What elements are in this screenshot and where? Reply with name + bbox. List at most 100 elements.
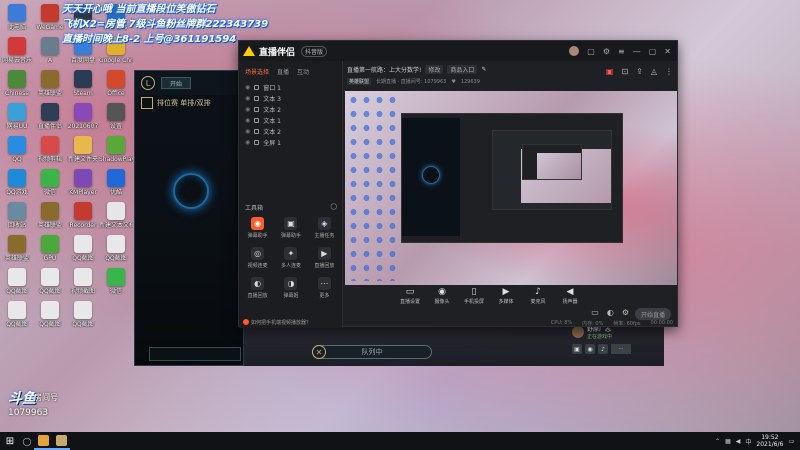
queue-status-button[interactable]: 队列中 [312, 345, 432, 359]
layer-item[interactable]: ◉ 全屏 1 [245, 137, 336, 148]
lock-icon[interactable]: ⊡ [621, 67, 628, 76]
desktop-icon[interactable]: WeGame [35, 4, 65, 40]
more-icon[interactable]: ⋮ [665, 67, 673, 76]
taskbar-app-stream[interactable] [34, 432, 52, 450]
start-button[interactable]: ⊞ [0, 432, 20, 450]
eye-icon[interactable]: ◉ [245, 95, 250, 102]
desktop-icon[interactable]: QQ截图 [68, 235, 98, 271]
share-icon[interactable]: ⇪ [636, 67, 643, 76]
toolbox-item[interactable]: ▶ 直播回放 [308, 247, 341, 269]
toolbox-item[interactable]: ◎ 视频连麦 [241, 247, 274, 269]
desktop-icon[interactable]: Office [101, 70, 131, 106]
desktop-icon[interactable]: QQ截图 [35, 301, 65, 337]
contacts-icon[interactable]: ◉ [585, 344, 595, 354]
desktop-icon[interactable]: 20210607 [68, 103, 98, 139]
chat-icon[interactable]: ▣ [572, 344, 582, 354]
tab-interact[interactable]: 互动 [297, 67, 309, 76]
live-tool[interactable]: ◀ 扬声器 [559, 287, 581, 305]
desktop-icon[interactable]: 英雄联盟 [2, 235, 32, 271]
desktop-icon[interactable]: 直播伴侣 [35, 103, 65, 139]
record-icon[interactable]: ▭ [591, 308, 599, 317]
desktop-icon[interactable]: Steam [68, 70, 98, 106]
stream-preview[interactable] [345, 91, 677, 285]
live-tool[interactable]: ▶ 多媒体 [495, 287, 517, 305]
clock[interactable]: 19:52 2021/6/6 [756, 434, 783, 448]
stream-app-window[interactable]: 直播伴侣 抖音版 ▢ ⚙ ≡ — ▢ ✕ 场景选择 直播 互动 ◉ 窗口 1 ◉ 文… [238, 40, 678, 328]
live-tool[interactable]: ▭ 直播设置 [399, 287, 421, 305]
toolbox-item[interactable]: ◐ 直播回放 [241, 277, 274, 299]
search-icon[interactable]: ◯ [20, 432, 34, 450]
notification-icon[interactable]: ▭ [788, 438, 794, 445]
league-play-button[interactable]: 开始 [161, 77, 191, 89]
desktop-icon[interactable]: ShadowPlay [99, 136, 133, 172]
mic-icon[interactable]: ♪ [598, 344, 608, 354]
settings-icon[interactable]: ⚙ [603, 47, 610, 56]
toolbox-item[interactable]: ⋯ 更多 [308, 277, 341, 299]
desktop-icon[interactable]: GPU [35, 235, 65, 271]
desktop-icon[interactable]: 设置 [101, 103, 131, 139]
edit-title-button[interactable]: 修改 [425, 65, 444, 74]
notification-icon[interactable]: ◬ [651, 67, 657, 76]
desktop-icon[interactable]: 微信 [101, 268, 131, 304]
settings-icon[interactable]: ⚙ [622, 308, 629, 317]
close-icon[interactable]: ✕ [664, 47, 671, 56]
category-badge[interactable]: 英雄联盟 [347, 78, 372, 85]
camera-switch-icon[interactable]: ◐ [607, 308, 614, 317]
user-avatar[interactable] [569, 46, 580, 56]
toolbox-item[interactable]: ▣ 弹幕助手 [274, 217, 307, 239]
desktop-icon[interactable]: Chinese [2, 70, 32, 106]
desktop-icon[interactable]: 网易云音乐 [2, 37, 32, 73]
desktop-icon[interactable]: A [35, 37, 65, 73]
live-tool[interactable]: ▯ 手机投屏 [463, 287, 485, 305]
league-client-window[interactable]: L 开始 排位赛 单排/双排 [134, 70, 244, 366]
desktop-icon[interactable]: 英雄联盟 [35, 202, 65, 238]
eye-icon[interactable]: ◉ [245, 106, 250, 113]
maximize-icon[interactable]: ▢ [649, 47, 657, 56]
desktop-icon[interactable]: QQ截图 [2, 301, 32, 337]
input-method[interactable]: 中 [745, 437, 751, 446]
desktop-icon[interactable]: 网易UU [2, 103, 32, 139]
taskbar-app-league[interactable] [52, 432, 70, 450]
minimize-icon[interactable]: — [633, 47, 641, 56]
layer-item[interactable]: ◉ 窗口 1 [245, 82, 336, 93]
tab-scene[interactable]: 场景选择 [245, 67, 269, 76]
desktop-icon[interactable]: QQ游戏 [2, 169, 32, 205]
message-icon[interactable]: ▢ [587, 47, 595, 56]
desktop-icon[interactable]: QQ截图 [2, 268, 32, 304]
toolbox-item[interactable]: ✦ 多人连麦 [274, 247, 307, 269]
chat-send-button[interactable]: ··· [611, 344, 631, 354]
eye-icon[interactable]: ◉ [245, 84, 250, 91]
desktop-icon[interactable]: 视频截图 [68, 268, 98, 304]
desktop-icon[interactable]: KMPlayer [68, 169, 98, 205]
desktop-icon[interactable]: QQ截图 [68, 301, 98, 337]
product-entry-button[interactable]: 商品入口 [447, 65, 478, 74]
eye-icon[interactable]: ◉ [245, 128, 250, 135]
desktop-icon[interactable]: QQ截图 [101, 235, 131, 271]
desktop-icon[interactable]: 英雄联盟 [35, 70, 65, 106]
desktop-icon[interactable]: 回收站 [2, 202, 32, 238]
desktop-icon[interactable]: Recorder [68, 202, 98, 238]
tab-live[interactable]: 直播 [277, 67, 289, 76]
tray-up-icon[interactable]: ⌃ [715, 438, 720, 445]
network-icon[interactable]: ▦ [725, 438, 731, 445]
menu-icon[interactable]: ≡ [618, 47, 625, 56]
notice-bar[interactable]: 如何把手机端视频播放器？ [239, 316, 343, 328]
eye-icon[interactable]: ◉ [245, 139, 250, 146]
layer-item[interactable]: ◉ 文本 1 [245, 115, 336, 126]
league-chat-input[interactable] [149, 347, 241, 361]
desktop-icon[interactable]: 新建文本文档 [99, 202, 133, 238]
live-tool[interactable]: ◉ 摄像头 [431, 287, 453, 305]
toolbox-item[interactable]: ◉ 弹幕助手 [241, 217, 274, 239]
desktop-icon[interactable]: 微信 [35, 169, 65, 205]
toolbox-item[interactable]: ◑ 弹幕姬 [274, 277, 307, 299]
edit-icon[interactable]: ✎ [481, 66, 486, 73]
desktop-icon[interactable]: QQ截图 [35, 268, 65, 304]
desktop-icon[interactable]: 此电脑 [2, 4, 32, 40]
eye-icon[interactable]: ◉ [245, 117, 250, 124]
desktop-icon[interactable]: 新建文件夹 [68, 136, 98, 172]
live-tool[interactable]: ♪ 麦克风 [527, 287, 549, 305]
layer-item[interactable]: ◉ 文本 2 [245, 104, 336, 115]
layer-item[interactable]: ◉ 文本 2 [245, 126, 336, 137]
desktop-icon[interactable]: QQ [2, 136, 32, 172]
volume-icon[interactable]: ◀ [736, 438, 741, 445]
